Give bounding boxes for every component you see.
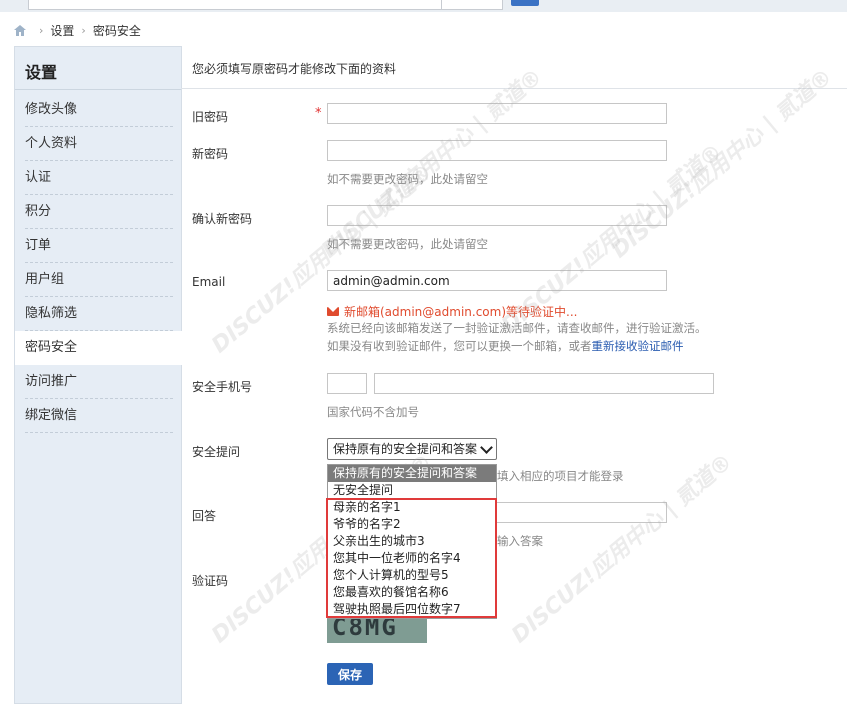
new-password-input[interactable]: [327, 140, 667, 161]
form-notice: 您必须填写原密码才能修改下面的资料: [192, 62, 397, 76]
confirm-password-input[interactable]: [327, 205, 667, 226]
breadcrumb-item-settings[interactable]: 设置: [50, 22, 74, 39]
sidebar-item-verify[interactable]: 认证: [15, 161, 181, 195]
home-icon[interactable]: [14, 24, 26, 36]
dropdown-option-7[interactable]: 驾驶执照最后四位数字7: [328, 601, 496, 618]
email-note-resend-text: 如果没有收到验证邮件，您可以更换一个邮箱，或者: [327, 339, 592, 353]
sidebar-item-promotion[interactable]: 访问推广: [15, 365, 181, 399]
sidebar-item-privacy[interactable]: 隐私筛选: [15, 297, 181, 331]
email-pending-status: 新邮箱(admin@admin.com)等待验证中...: [327, 303, 577, 320]
sidebar-item-credits[interactable]: 积分: [15, 195, 181, 229]
security-question-dropdown: 保持原有的安全提问和答案 无安全提问 母亲的名字1 爷爷的名字2 父亲出生的城市…: [327, 464, 497, 619]
dropdown-option-keep[interactable]: 保持原有的安全提问和答案: [328, 465, 496, 482]
email-note-sent: 系统已经向该邮箱发送了一封验证激活邮件，请查收邮件，进行验证激活。: [327, 321, 707, 335]
search-button[interactable]: [511, 0, 539, 6]
dropdown-option-6[interactable]: 您最喜欢的餐馆名称6: [328, 584, 496, 601]
dropdown-option-5[interactable]: 您个人计算机的型号5: [328, 567, 496, 584]
settings-sidebar: 设置 修改头像 个人资料 认证 积分 订单 用户组 隐私筛选 密码安全 访问推广…: [14, 46, 182, 704]
country-code-input[interactable]: [327, 373, 367, 394]
breadcrumb-item-password-security[interactable]: 密码安全: [93, 22, 141, 39]
sidebar-divider: [15, 89, 181, 90]
email-pending-text: 新邮箱(admin@admin.com)等待验证中...: [344, 305, 578, 319]
old-password-label: 旧密码: [192, 110, 229, 124]
sidebar-item-usergroup[interactable]: 用户组: [15, 263, 181, 297]
sidebar-item-avatar[interactable]: 修改头像: [15, 93, 181, 127]
confirm-password-hint: 如不需要更改密码，此处请留空: [327, 237, 488, 251]
captcha-label: 验证码: [192, 574, 229, 588]
sidebar-item-profile[interactable]: 个人资料: [15, 127, 181, 161]
new-password-label: 新密码: [192, 147, 229, 161]
dropdown-option-1[interactable]: 母亲的名字1: [328, 499, 496, 516]
top-search-bar: [0, 0, 847, 12]
search-input[interactable]: [28, 0, 442, 10]
watermark: DISCUZ!应用中心 | 贰道®: [317, 64, 548, 264]
breadcrumb: › 设置 › 密码安全: [14, 21, 141, 39]
sidebar-menu: 修改头像 个人资料 认证 积分 订单 用户组 隐私筛选 密码安全 访问推广 绑定…: [15, 93, 182, 433]
sidebar-title: 设置: [25, 63, 58, 82]
form-notice-bar: 您必须填写原密码才能修改下面的资料: [181, 46, 847, 89]
email-note-resend: 如果没有收到验证邮件，您可以更换一个邮箱，或者重新接收验证邮件: [327, 338, 684, 354]
dropdown-option-4[interactable]: 您其中一位老师的名字4: [328, 550, 496, 567]
email-label: Email: [192, 275, 226, 289]
security-question-select[interactable]: 保持原有的安全提问和答案: [327, 438, 497, 460]
email-input[interactable]: [327, 270, 667, 291]
dropdown-option-none[interactable]: 无安全提问: [328, 482, 496, 499]
mail-icon: [327, 307, 339, 316]
answer-label: 回答: [192, 509, 217, 523]
chevron-down-icon: [480, 441, 493, 454]
phone-label: 安全手机号: [192, 380, 253, 394]
sidebar-item-wechat[interactable]: 绑定微信: [15, 399, 181, 433]
old-password-input[interactable]: [327, 103, 667, 124]
breadcrumb-separator: ›: [39, 23, 44, 37]
breadcrumb-separator: ›: [81, 23, 86, 37]
security-question-hint: 填入相应的项目才能登录: [497, 469, 624, 483]
answer-hint: 输入答案: [497, 534, 543, 548]
required-mark: *: [315, 106, 322, 121]
security-question-label: 安全提问: [192, 445, 241, 459]
search-type-select[interactable]: [441, 0, 503, 10]
new-password-hint: 如不需要更改密码，此处请留空: [327, 172, 488, 186]
phone-hint: 国家代码不含加号: [327, 405, 419, 419]
sidebar-item-password-security[interactable]: 密码安全: [15, 331, 182, 365]
phone-number-input[interactable]: [374, 373, 714, 394]
resend-verification-link[interactable]: 重新接收验证邮件: [592, 339, 684, 353]
security-question-selected: 保持原有的安全提问和答案: [333, 442, 478, 456]
dropdown-option-3[interactable]: 父亲出生的城市3: [328, 533, 496, 550]
password-security-form: 您必须填写原密码才能修改下面的资料 旧密码 * 新密码 如不需要更改密码，此处请…: [181, 46, 847, 704]
sidebar-item-orders[interactable]: 订单: [15, 229, 181, 263]
watermark: DISCUZ!应用中心 | 贰道®: [607, 64, 838, 264]
confirm-password-label: 确认新密码: [192, 212, 253, 226]
save-button[interactable]: 保存: [327, 663, 373, 685]
dropdown-option-2[interactable]: 爷爷的名字2: [328, 516, 496, 533]
